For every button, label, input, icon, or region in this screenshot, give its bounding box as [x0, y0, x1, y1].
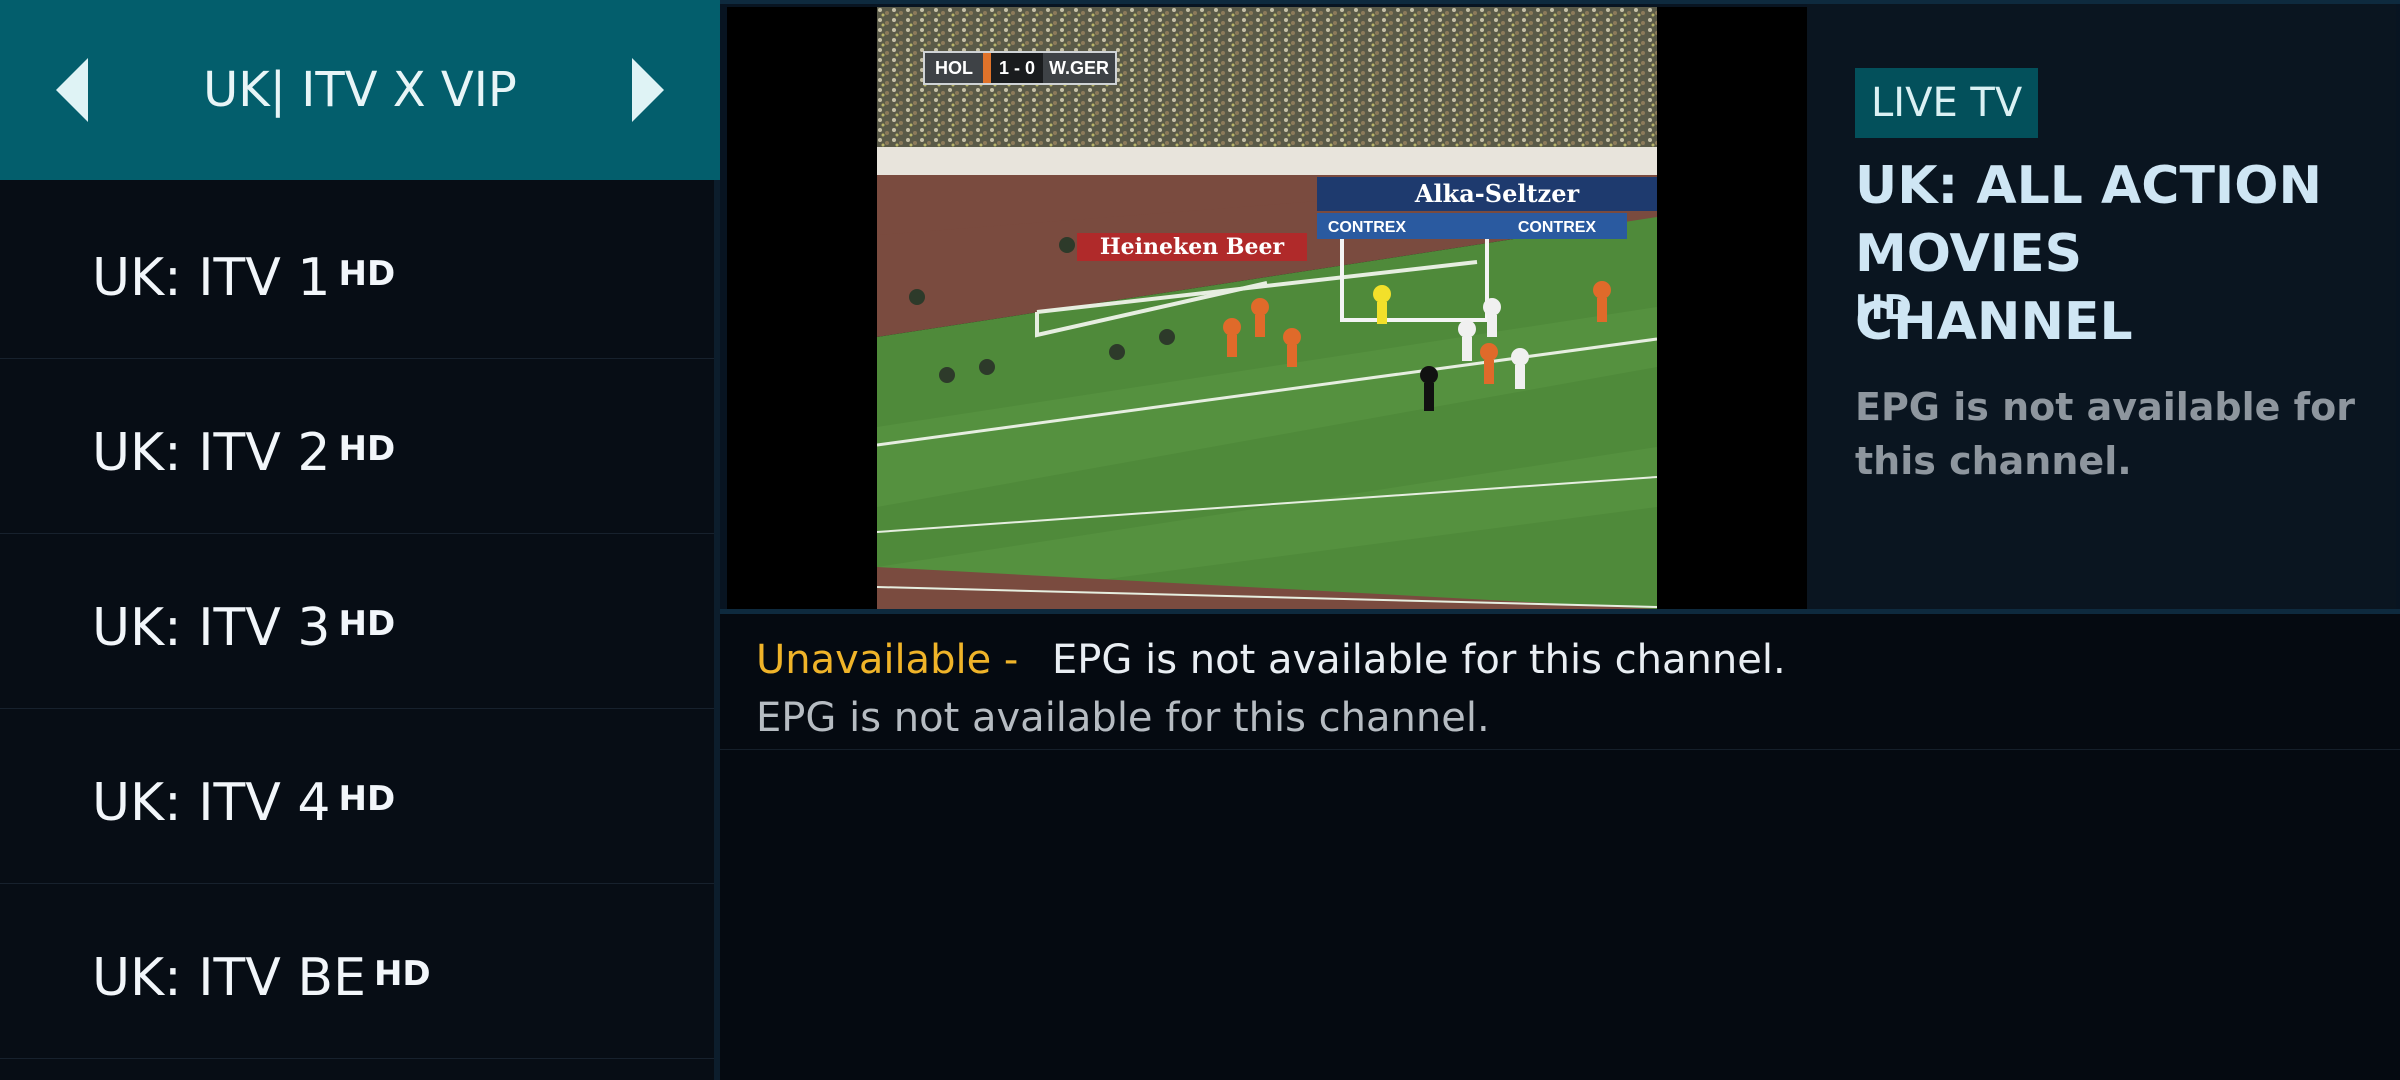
epg-status: Unavailable - — [756, 637, 1019, 683]
svg-text:CONTREX: CONTREX — [1328, 219, 1407, 236]
hd-tag: HD — [338, 429, 396, 469]
svg-text:CONTREX: CONTREX — [1518, 219, 1597, 236]
channel-item-itv1[interactable]: UK: ITV 1 HD — [0, 184, 714, 359]
caret-left-icon[interactable] — [56, 58, 88, 122]
channel-name: UK: ITV 4 — [92, 773, 331, 833]
channel-sidebar: UK| ITV X VIP UK: ITV 1 HD UK: ITV 2 HD UK… — [0, 0, 720, 1080]
football-broadcast-image: Heineken Beer Alka-Seltzer CONTREX CONTR… — [877, 7, 1657, 609]
live-tv-badge: LIVE TV — [1855, 68, 2039, 138]
scorebug-away: W.GER — [1043, 53, 1116, 83]
video-frame: Heineken Beer Alka-Seltzer CONTREX CONTR… — [877, 7, 1657, 609]
channel-item-itv3[interactable]: UK: ITV 3 HD — [0, 534, 714, 709]
scorebug: HOL 1 - 0 W.GER — [923, 51, 1118, 85]
hd-tag: HD — [338, 604, 396, 644]
hd-tag: HD — [338, 254, 396, 294]
caret-right-icon[interactable] — [632, 58, 664, 122]
current-channel-title: UK: ALL ACTION MOVIES CHANNEL — [1855, 156, 2322, 352]
channel-item-itvbe[interactable]: UK: ITV BE HD — [0, 884, 714, 1059]
epg-unavailable-note: EPG is not available for this channel. — [1855, 385, 2356, 483]
category-title: UK| ITV X VIP — [203, 62, 517, 118]
scorebug-score: 1 - 0 — [983, 53, 1044, 83]
current-channel-hd-tag: HD — [1855, 288, 1912, 328]
channel-item-itv2[interactable]: UK: ITV 2 HD — [0, 359, 714, 534]
svg-text:Alka-Seltzer: Alka-Seltzer — [1414, 179, 1580, 208]
video-player[interactable]: Heineken Beer Alka-Seltzer CONTREX CONTR… — [727, 7, 1807, 609]
channel-info-panel: LIVE TV UK: ALL ACTION MOVIES CHANNEL HD… — [1807, 4, 2396, 609]
channel-name: UK: ITV BE — [92, 948, 366, 1008]
main-panel: Heineken Beer Alka-Seltzer CONTREX CONTR… — [720, 0, 2400, 1080]
channel-list: UK: ITV 1 HD UK: ITV 2 HD UK: ITV 3 HD UK: … — [0, 184, 714, 1059]
channel-item-itv4[interactable]: UK: ITV 4 HD — [0, 709, 714, 884]
svg-text:Heineken Beer: Heineken Beer — [1100, 234, 1285, 260]
iptv-player-app: UK| ITV X VIP UK: ITV 1 HD UK: ITV 2 HD UK… — [0, 0, 2400, 1080]
hd-tag: HD — [373, 954, 431, 994]
scorebug-home: HOL — [925, 53, 983, 83]
hd-tag: HD — [338, 779, 396, 819]
channel-name: UK: ITV 1 — [92, 248, 331, 308]
channel-name: UK: ITV 2 — [92, 423, 331, 483]
preview-panel: Heineken Beer Alka-Seltzer CONTREX CONTR… — [720, 0, 2400, 614]
channel-name: UK: ITV 3 — [92, 598, 331, 658]
epg-next-program: EPG is not available for this channel. — [756, 695, 1490, 741]
epg-now-playing: EPG is not available for this channel. — [1052, 637, 1786, 683]
category-selector: UK| ITV X VIP — [0, 0, 720, 180]
epg-bar: Unavailable - EPG is not available for t… — [720, 614, 2400, 750]
